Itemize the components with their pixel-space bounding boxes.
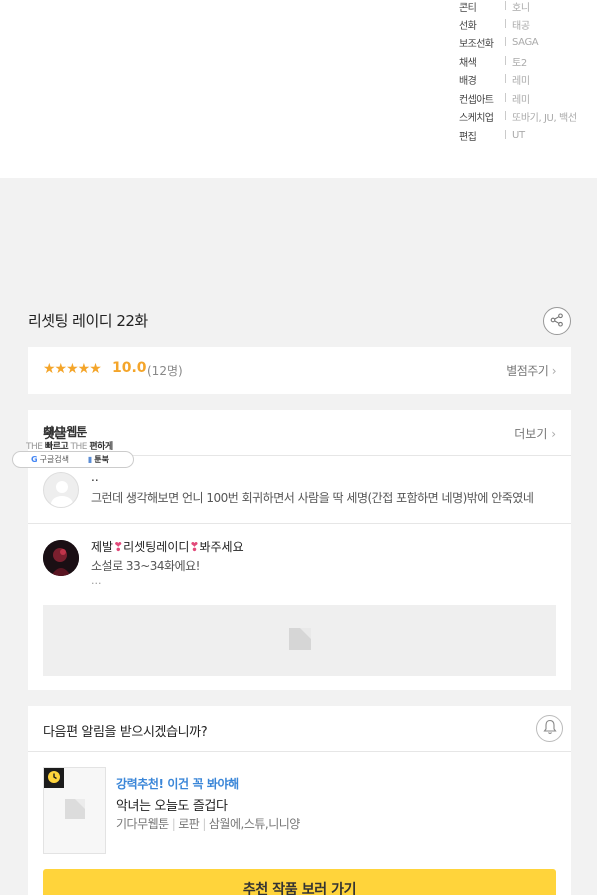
credit-separator: | <box>504 19 508 29</box>
credit-separator: | <box>504 111 508 121</box>
notify-bell-button[interactable] <box>536 715 563 742</box>
rate-button-label: 별점주기 <box>506 364 549 378</box>
credit-name: 레미 <box>512 94 530 106</box>
share-icon <box>550 312 564 331</box>
notify-header: 다음편 알림을 받으시겠습니까? <box>28 706 571 752</box>
comment-author-prefix: 제발 <box>91 540 114 554</box>
credit-role: 보조선화 <box>459 38 494 50</box>
ad-title: 최신 웹툰 <box>43 425 87 439</box>
credit-role: 선화 <box>459 20 477 32</box>
share-button[interactable] <box>543 307 571 335</box>
comment-author-mid: 리셋팅레이디 <box>123 540 190 554</box>
bell-icon <box>542 719 557 739</box>
credit-name: 레미 <box>512 75 530 87</box>
comment-item: 제발❣리셋팅레이디❣봐주세요 소설로 33~34화에요! ... <box>28 524 571 690</box>
avatar <box>43 472 79 508</box>
credit-role: 컨셉아트 <box>459 94 494 106</box>
ad-book-label: 툰북 <box>94 455 109 464</box>
recommend-meta-item: 로판 <box>178 817 200 831</box>
credit-row: 선화 | 태공 <box>459 15 530 33</box>
comment-author: 제발❣리셋팅레이디❣봐주세요 <box>91 538 244 555</box>
comment-author: .. <box>91 470 99 484</box>
credit-name: SAGA <box>512 36 539 48</box>
credit-separator: | <box>504 74 508 84</box>
credit-name: 태공 <box>512 20 530 32</box>
ad-search-pill[interactable]: G 구글검색 ▮ 툰북 <box>12 451 134 468</box>
more-button-label: 더보기 <box>514 427 548 441</box>
comment-more[interactable]: ... <box>91 574 102 587</box>
comment-image-placeholder[interactable] <box>43 605 556 676</box>
rating-stars: ★★★★★ <box>43 361 102 377</box>
credit-role: 스케치업 <box>459 112 494 124</box>
image-placeholder-icon <box>64 798 85 823</box>
credit-separator: | <box>504 130 508 140</box>
chevron-right-icon: › <box>551 364 557 378</box>
notify-label: 다음편 알림을 받으시겠습니까? <box>43 725 208 740</box>
credit-row: 편집 | UT <box>459 126 525 144</box>
credit-role: 콘티 <box>459 2 477 14</box>
credit-name: 또바기, JU, 백선 <box>512 112 577 124</box>
ad-overlay[interactable]: 최신 웹툰 THE 빠르고 THE 편하게 G 구글검색 ▮ 툰북 <box>12 420 134 468</box>
recommend-meta: 기다무웹툰 | 로판 | 삼월에,스튜,니니양 <box>116 815 300 832</box>
heart-balloon-icon: ❣ <box>113 540 124 554</box>
credit-separator: | <box>504 56 508 66</box>
meta-divider: | <box>171 817 176 831</box>
book-icon: ▮ <box>87 455 93 464</box>
credit-separator: | <box>504 1 508 11</box>
rating-card: ★★★★★ 10.0 (12명) 별점주기 › <box>28 347 571 394</box>
rate-button[interactable]: 별점주기 › <box>506 362 556 379</box>
credit-role: 편집 <box>459 131 477 143</box>
recommend-tag: 강력추천! 이건 꼭 봐야해 <box>116 777 239 791</box>
more-button[interactable]: 더보기 › <box>514 425 556 442</box>
credit-role: 배경 <box>459 75 477 87</box>
credit-separator: | <box>504 37 508 47</box>
recommend-meta-item: 삼월에,스튜,니니양 <box>208 817 300 831</box>
episode-title: 리셋팅 레이디 22화 <box>28 312 148 330</box>
recommend-title[interactable]: 악녀는 오늘도 즐겁다 <box>116 795 228 814</box>
google-icon: G <box>31 455 38 464</box>
credit-row: 채색 | 토2 <box>459 52 527 70</box>
credits-section: 콘티 | 호니 선화 | 태공 보조선화 | SAGA 채색 | 토2 배경 |… <box>0 0 597 178</box>
comment-body: 그런데 생각해보면 언니 100번 회귀하면서 사람을 딱 세명(간접 포함하면… <box>91 491 534 505</box>
credit-name: 토2 <box>512 57 527 69</box>
notify-card: 다음편 알림을 받으시겠습니까? 강력추천! 이건 꼭 봐야해 악녀는 오늘도 … <box>28 706 571 895</box>
comment-body: 소설로 33~34화에요! <box>91 559 200 573</box>
chevron-right-icon: › <box>551 427 556 441</box>
heart-balloon-icon: ❣ <box>189 540 200 554</box>
recommend-button[interactable]: 추천 작품 보러 가기 <box>43 869 556 895</box>
meta-divider: | <box>202 817 206 831</box>
ad-search-label: 구글검색 <box>39 455 70 464</box>
credit-role: 채색 <box>459 57 477 69</box>
credit-name: UT <box>512 129 525 141</box>
avatar <box>43 540 79 576</box>
recommend-thumbnail[interactable] <box>43 767 106 854</box>
credit-name: 호니 <box>512 2 530 14</box>
credit-row: 콘티 | 호니 <box>459 0 530 15</box>
rating-count: (12명) <box>147 364 183 378</box>
rating-score: 10.0 <box>112 360 147 376</box>
recommend-meta-item: 기다무웹툰 <box>116 817 169 831</box>
credit-separator: | <box>504 93 508 103</box>
image-placeholder-icon <box>288 627 311 654</box>
credit-row: 보조선화 | SAGA <box>459 33 539 51</box>
credit-row: 컨셉아트 | 레미 <box>459 89 530 107</box>
credit-row: 스케치업 | 또바기, JU, 백선 <box>459 107 577 125</box>
clock-icon <box>47 769 61 788</box>
comment-author-suffix: 봐주세요 <box>199 540 244 554</box>
clock-badge <box>44 768 64 788</box>
credit-row: 배경 | 레미 <box>459 70 530 88</box>
